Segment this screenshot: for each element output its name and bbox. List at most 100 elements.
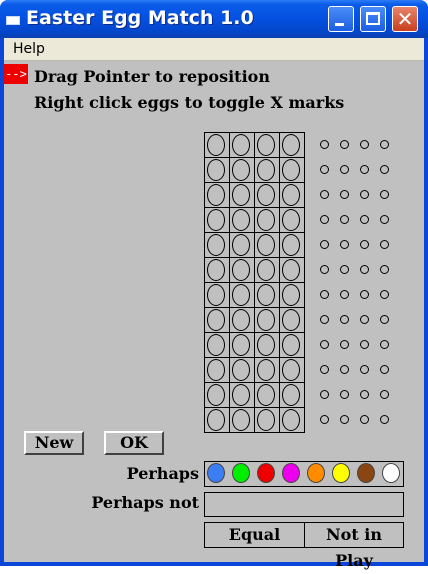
egg-slot[interactable] — [207, 134, 225, 156]
feedback-peg — [380, 190, 389, 199]
egg-color-white[interactable] — [382, 463, 400, 483]
egg-slot[interactable] — [232, 384, 250, 406]
egg-slot[interactable] — [207, 309, 225, 331]
feedback-peg — [360, 215, 369, 224]
egg-slot[interactable] — [257, 359, 275, 381]
egg-color-blue[interactable] — [207, 463, 225, 483]
egg-slot[interactable] — [207, 209, 225, 231]
feedback-peg — [320, 165, 329, 174]
perhaps-not-label: Perhaps not — [91, 493, 199, 512]
egg-color-yellow[interactable] — [332, 463, 350, 483]
egg-slot[interactable] — [232, 234, 250, 256]
egg-slot[interactable] — [232, 409, 250, 431]
drag-pointer[interactable]: --> — [4, 64, 28, 84]
egg-slot[interactable] — [282, 359, 300, 381]
egg-slot[interactable] — [257, 159, 275, 181]
feedback-peg — [360, 415, 369, 424]
egg-slot[interactable] — [257, 259, 275, 281]
egg-slot[interactable] — [257, 284, 275, 306]
perhaps-label: Perhaps — [126, 464, 199, 483]
feedback-peg — [340, 340, 349, 349]
egg-slot[interactable] — [282, 384, 300, 406]
minimize-button[interactable] — [328, 6, 354, 32]
feedback-peg — [360, 290, 369, 299]
egg-slot[interactable] — [207, 409, 225, 431]
egg-slot[interactable] — [257, 409, 275, 431]
egg-slot[interactable] — [232, 209, 250, 231]
feedback-peg — [380, 140, 389, 149]
egg-slot[interactable] — [207, 159, 225, 181]
feedback-peg — [380, 240, 389, 249]
egg-slot[interactable] — [207, 384, 225, 406]
feedback-peg — [360, 240, 369, 249]
feedback-peg — [360, 390, 369, 399]
feedback-peg — [340, 240, 349, 249]
egg-slot[interactable] — [282, 184, 300, 206]
feedback-peg — [320, 240, 329, 249]
feedback-peg — [340, 265, 349, 274]
feedback-peg — [360, 190, 369, 199]
egg-slot[interactable] — [282, 209, 300, 231]
egg-slot[interactable] — [282, 309, 300, 331]
instruction-drag: Drag Pointer to reposition — [34, 67, 270, 86]
ok-button[interactable]: OK — [104, 431, 164, 455]
egg-slot[interactable] — [207, 334, 225, 356]
perhaps-not-box[interactable] — [204, 492, 404, 517]
egg-slot[interactable] — [232, 259, 250, 281]
egg-slot[interactable] — [232, 184, 250, 206]
feedback-peg — [360, 340, 369, 349]
client-area: Help --> Drag Pointer to reposition Righ… — [4, 38, 424, 570]
egg-slot[interactable] — [232, 159, 250, 181]
egg-slot[interactable] — [257, 184, 275, 206]
egg-slot[interactable] — [282, 159, 300, 181]
app-icon — [6, 16, 20, 25]
egg-slot[interactable] — [282, 334, 300, 356]
egg-color-brown[interactable] — [357, 463, 375, 483]
feedback-peg — [340, 315, 349, 324]
minimize-icon — [335, 23, 344, 26]
egg-slot[interactable] — [232, 284, 250, 306]
new-button[interactable]: New — [24, 431, 84, 455]
feedback-peg — [320, 140, 329, 149]
feedback-peg — [320, 265, 329, 274]
feedback-peg — [380, 390, 389, 399]
egg-slot[interactable] — [257, 209, 275, 231]
feedback-peg — [360, 265, 369, 274]
feedback-peg — [340, 390, 349, 399]
egg-grid — [204, 132, 305, 433]
feedback-peg — [340, 190, 349, 199]
egg-slot[interactable] — [257, 384, 275, 406]
egg-slot[interactable] — [257, 234, 275, 256]
egg-slot[interactable] — [207, 234, 225, 256]
egg-slot[interactable] — [232, 359, 250, 381]
egg-slot[interactable] — [232, 309, 250, 331]
egg-slot[interactable] — [207, 259, 225, 281]
egg-slot[interactable] — [282, 409, 300, 431]
title-bar[interactable]: Easter Egg Match 1.0 ✕ — [0, 0, 428, 38]
feedback-peg — [320, 390, 329, 399]
egg-slot[interactable] — [257, 134, 275, 156]
egg-color-green[interactable] — [232, 463, 250, 483]
egg-slot[interactable] — [257, 309, 275, 331]
egg-slot[interactable] — [232, 134, 250, 156]
egg-color-red[interactable] — [257, 463, 275, 483]
feedback-peg — [320, 340, 329, 349]
egg-color-magenta[interactable] — [282, 463, 300, 483]
close-button[interactable]: ✕ — [392, 6, 418, 32]
egg-slot[interactable] — [207, 184, 225, 206]
feedback-peg — [380, 365, 389, 374]
maximize-button[interactable] — [360, 6, 386, 32]
menu-item-help[interactable]: Help — [13, 41, 45, 57]
egg-slot[interactable] — [207, 284, 225, 306]
egg-slot[interactable] — [282, 134, 300, 156]
feedback-peg — [340, 365, 349, 374]
egg-slot[interactable] — [257, 334, 275, 356]
egg-slot[interactable] — [282, 259, 300, 281]
feedback-peg — [340, 140, 349, 149]
egg-slot[interactable] — [282, 234, 300, 256]
egg-slot[interactable] — [282, 284, 300, 306]
egg-slot[interactable] — [232, 334, 250, 356]
feedback-peg — [320, 315, 329, 324]
egg-slot[interactable] — [207, 359, 225, 381]
egg-color-orange[interactable] — [307, 463, 325, 483]
